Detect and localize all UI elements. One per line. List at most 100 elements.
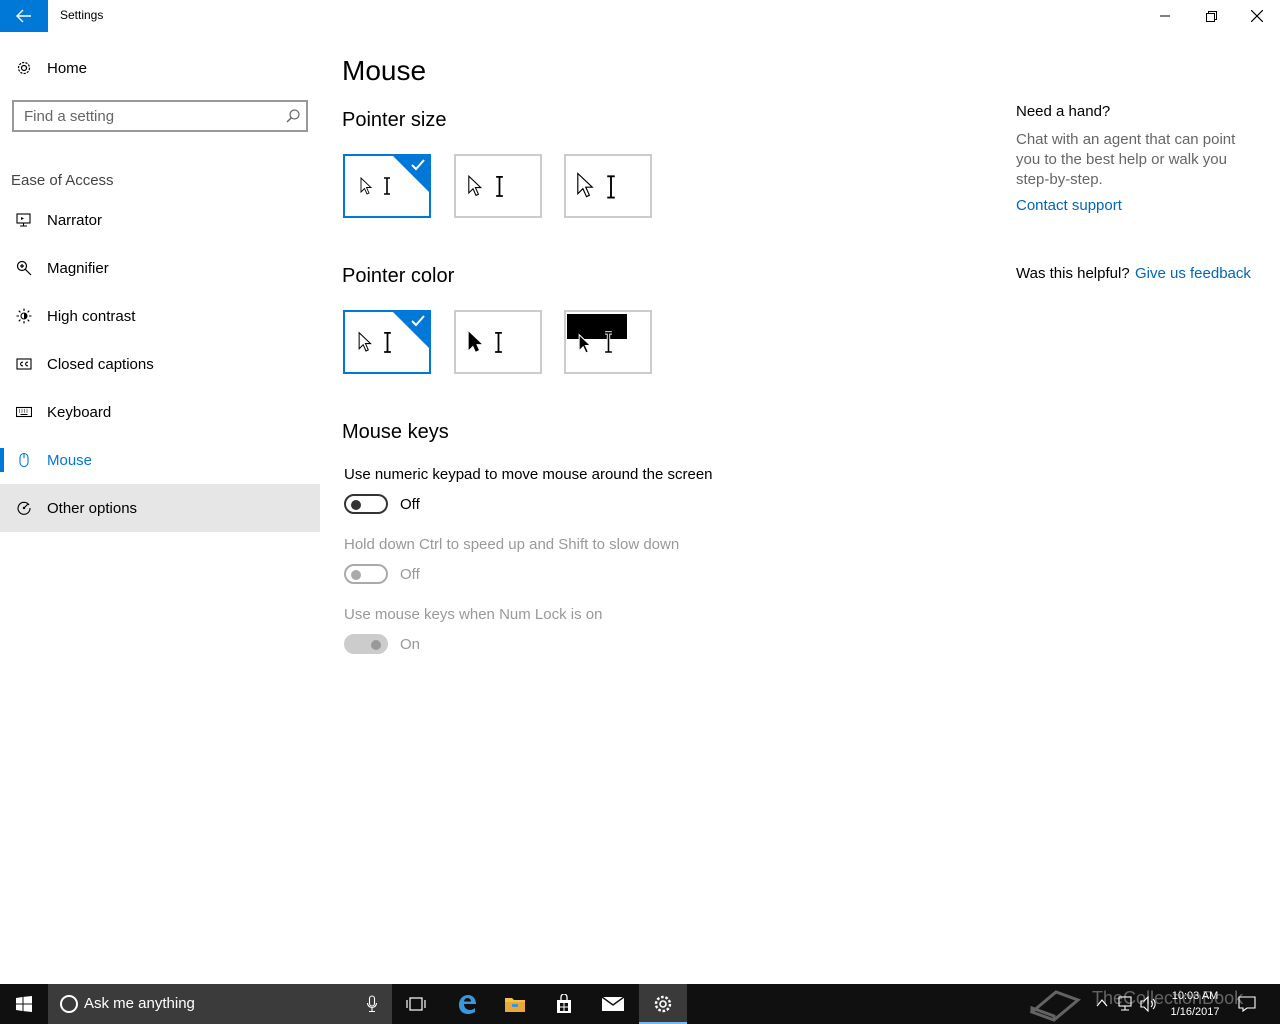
search-input[interactable] xyxy=(14,102,274,130)
taskbar-search-text: Ask me anything xyxy=(84,995,195,1012)
pointer-color-white-option[interactable] xyxy=(343,310,431,374)
clock-date: 1/16/2017 xyxy=(1170,1006,1220,1018)
sidebar-item-other-options[interactable]: Other options xyxy=(0,484,320,532)
pointer-size-medium-option[interactable] xyxy=(454,154,542,218)
restore-button[interactable] xyxy=(1188,0,1234,32)
arrow-pointer-icon xyxy=(358,331,372,352)
text-cursor-icon xyxy=(384,177,390,195)
cortana-icon xyxy=(60,995,78,1013)
book-watermark-icon xyxy=(1030,990,1081,1022)
sidebar-item-home[interactable]: Home xyxy=(0,44,320,92)
closed-captions-icon xyxy=(16,356,32,372)
helpful-label: Was this helpful? xyxy=(1016,265,1130,282)
taskbar-search-box[interactable]: Ask me anything xyxy=(48,984,392,1024)
speed-keys-state: Off xyxy=(400,566,420,583)
settings-app-button[interactable] xyxy=(639,984,687,1024)
store-icon xyxy=(557,994,571,1013)
sidebar-item-magnifier[interactable]: Magnifier xyxy=(0,244,320,292)
pointer-color-black-option[interactable] xyxy=(454,310,542,374)
sidebar-item-narrator[interactable]: Narrator xyxy=(0,196,320,244)
close-icon xyxy=(1251,10,1263,22)
sidebar-item-label: Keyboard xyxy=(47,403,112,421)
page-title: Mouse xyxy=(342,55,427,86)
title-bar: Settings xyxy=(0,0,1280,32)
group-label: Ease of Access xyxy=(11,172,114,189)
mouse-keys-label: Use numeric keypad to move mouse around … xyxy=(344,466,713,483)
mouse-icon xyxy=(16,452,32,468)
volume-icon[interactable] xyxy=(1140,996,1158,1012)
arrow-pointer-icon xyxy=(360,177,373,195)
sidebar-item-keyboard[interactable]: Keyboard xyxy=(0,388,320,436)
sidebar-item-label: Closed captions xyxy=(47,355,154,373)
active-indicator xyxy=(0,448,4,472)
mouse-keys-toggle[interactable] xyxy=(344,494,388,514)
pointer-color-inverted-option[interactable] xyxy=(564,310,652,374)
clock-time: 10:03 AM xyxy=(1171,990,1219,1002)
task-view-icon xyxy=(406,997,426,1011)
file-explorer-button[interactable] xyxy=(491,984,539,1024)
edge-app-button[interactable] xyxy=(443,984,491,1024)
back-arrow-icon xyxy=(16,9,31,23)
high-contrast-icon xyxy=(16,308,32,324)
folder-icon xyxy=(505,998,525,1012)
toggle-knob xyxy=(351,570,361,580)
back-button[interactable] xyxy=(0,0,48,32)
text-cursor-icon xyxy=(496,175,503,197)
sidebar-item-label: Home xyxy=(47,59,88,77)
checkmark-icon xyxy=(411,159,425,171)
pointer-size-large-option[interactable] xyxy=(564,154,652,218)
close-button[interactable] xyxy=(1234,0,1280,32)
start-button[interactable] xyxy=(0,984,48,1024)
text-cursor-icon xyxy=(607,175,615,199)
task-view-button[interactable] xyxy=(392,984,440,1024)
search-box[interactable] xyxy=(12,100,308,132)
pointer-size-small-option[interactable] xyxy=(343,154,431,218)
windows-logo-icon xyxy=(16,996,32,1012)
narrator-icon xyxy=(16,212,32,228)
search-icon xyxy=(286,109,300,123)
window-title: Settings xyxy=(60,8,104,22)
section-title-pointer-color: Pointer color xyxy=(342,265,455,287)
store-app-button[interactable] xyxy=(540,984,588,1024)
help-body: Chat with an agent that can point you to… xyxy=(1016,131,1236,188)
num-lock-toggle[interactable] xyxy=(344,634,388,654)
mouse-keys-state: Off xyxy=(400,496,420,513)
network-icon[interactable] xyxy=(1118,996,1136,1012)
other-options-icon xyxy=(16,500,32,516)
keyboard-icon xyxy=(16,404,32,420)
mail-icon xyxy=(601,996,625,1011)
mail-app-button[interactable] xyxy=(589,984,637,1024)
sidebar-item-label: Other options xyxy=(47,499,138,517)
magnifier-icon xyxy=(16,260,32,276)
arrow-pointer-icon xyxy=(578,333,592,354)
speed-keys-toggle[interactable] xyxy=(344,564,388,584)
arrow-pointer-icon xyxy=(468,175,483,197)
toggle-knob xyxy=(351,500,361,510)
toggle-knob xyxy=(371,640,381,650)
arrow-pointer-icon xyxy=(468,331,482,352)
contact-support-link[interactable]: Contact support xyxy=(1016,197,1122,214)
give-feedback-link[interactable]: Give us feedback xyxy=(1135,265,1251,282)
sidebar-item-label: Narrator xyxy=(47,211,103,229)
sidebar-item-high-contrast[interactable]: High contrast xyxy=(0,292,320,340)
gear-icon xyxy=(654,995,672,1013)
minimize-icon xyxy=(1160,15,1170,17)
help-title: Need a hand? xyxy=(1016,103,1111,120)
minimize-button[interactable] xyxy=(1142,0,1188,32)
sidebar-item-label: High contrast xyxy=(47,307,136,325)
taskbar-clock[interactable]: 10:03 AM 1/16/2017 xyxy=(1160,988,1230,1020)
sidebar-item-closed-captions[interactable]: Closed captions xyxy=(0,340,320,388)
sidebar: Home Ease of Access Narrator Magnifier H… xyxy=(0,32,320,984)
chevron-up-icon[interactable] xyxy=(1096,998,1108,1008)
arrow-pointer-icon xyxy=(577,172,594,198)
sidebar-item-label: Mouse xyxy=(47,451,93,469)
num-lock-state: On xyxy=(400,636,421,653)
sidebar-item-label: Magnifier xyxy=(47,259,109,277)
num-lock-label: Use mouse keys when Num Lock is on xyxy=(344,606,603,623)
section-title-pointer-size: Pointer size xyxy=(342,109,447,131)
action-center-icon[interactable] xyxy=(1238,996,1256,1012)
edge-icon xyxy=(459,995,476,1014)
microphone-icon[interactable] xyxy=(366,995,378,1013)
sidebar-item-mouse[interactable]: Mouse xyxy=(0,436,320,484)
text-cursor-icon xyxy=(605,331,612,354)
